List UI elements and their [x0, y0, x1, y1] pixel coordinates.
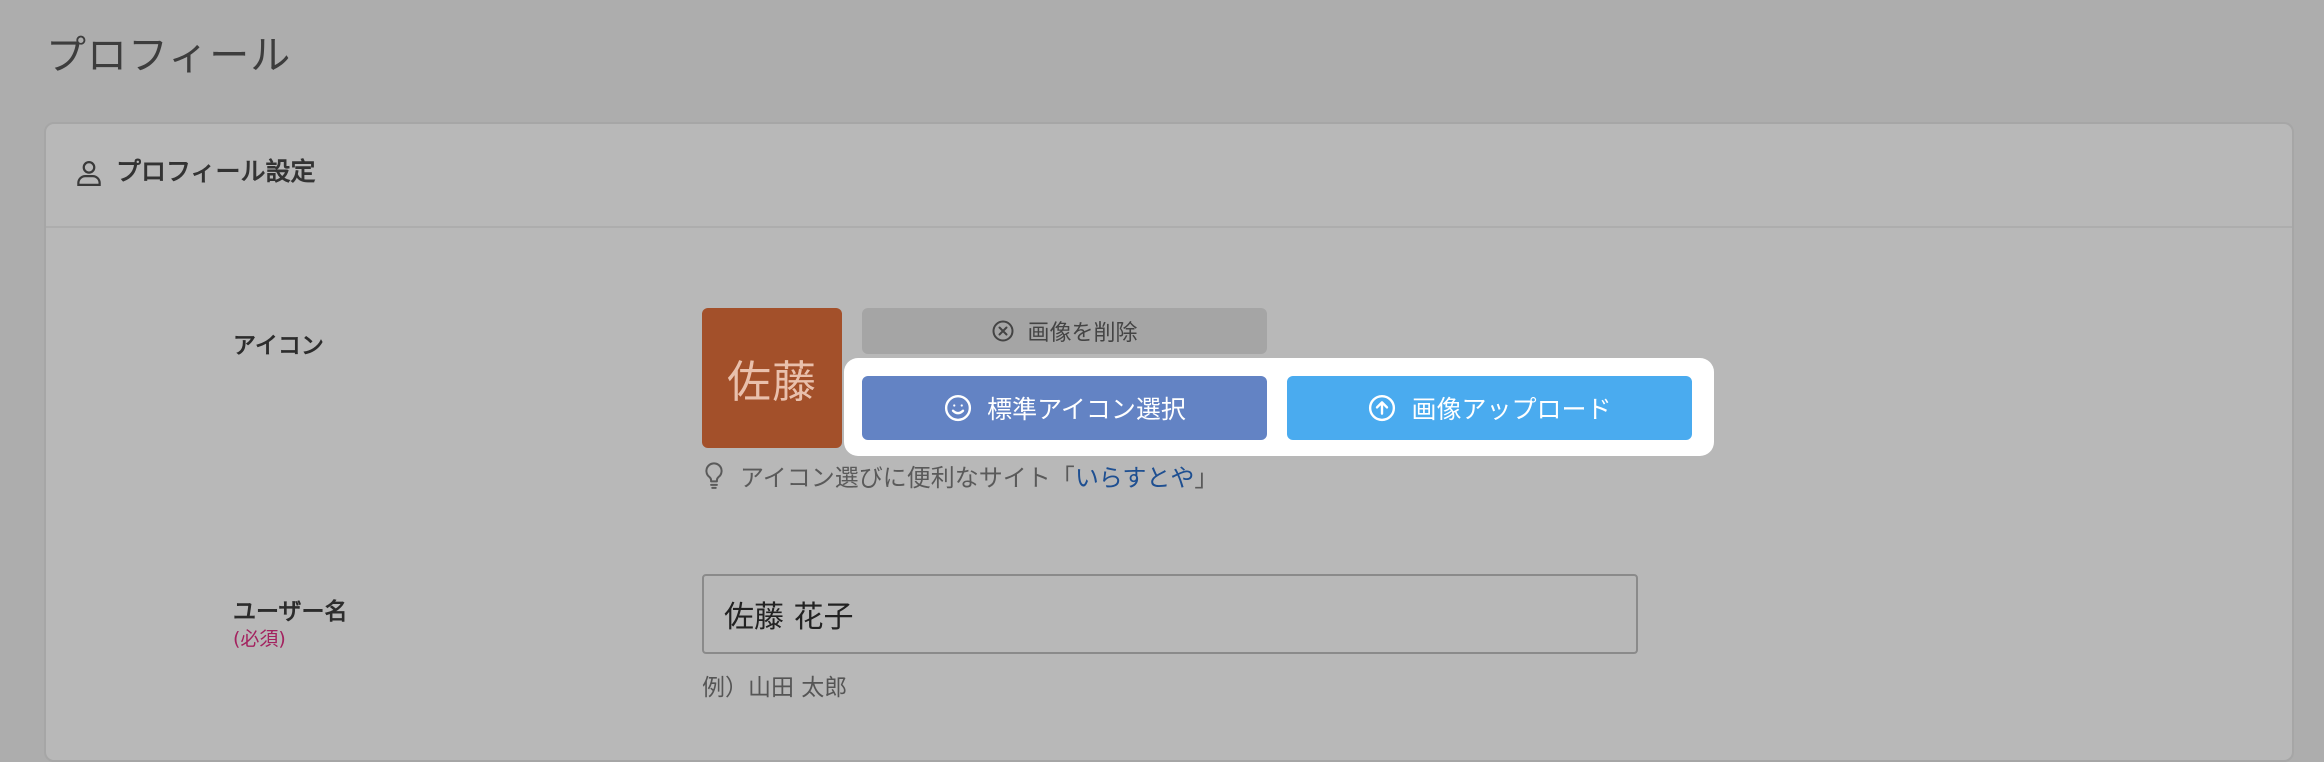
circle-x-icon — [992, 320, 1014, 342]
delete-image-button[interactable]: 画像を削除 — [862, 308, 1267, 354]
required-badge: (必須) — [233, 628, 286, 650]
lightbulb-icon — [705, 462, 723, 489]
hint-text-prefix: アイコン選びに便利なサイト「 — [740, 463, 1075, 492]
upload-image-button[interactable]: 画像アップロード — [1287, 376, 1692, 440]
user-icon — [77, 161, 101, 186]
username-input[interactable] — [702, 574, 1638, 654]
card-header: プロフィール設定 — [46, 124, 2292, 228]
username-field-label: ユーザー名 — [233, 599, 348, 625]
smiley-icon — [945, 394, 972, 422]
username-example: 例）山田 太郎 — [702, 675, 848, 701]
avatar: 佐藤 — [702, 308, 842, 448]
icon-field-label: アイコン — [233, 333, 324, 359]
delete-image-label: 画像を削除 — [1027, 321, 1138, 346]
select-standard-icon-button[interactable]: 標準アイコン選択 — [862, 376, 1267, 440]
irasutoya-link[interactable]: いらすとや — [1075, 458, 1195, 493]
icon-hint: アイコン選びに便利なサイト「 いらすとや」 — [702, 458, 1218, 492]
hint-text-suffix: 」 — [1194, 463, 1219, 492]
page-title: プロフィール — [46, 33, 292, 79]
circle-arrow-up-icon — [1369, 394, 1396, 422]
select-standard-icon-label: 標準アイコン選択 — [987, 395, 1186, 424]
upload-image-label: 画像アップロード — [1411, 395, 1612, 424]
card-header-title: プロフィール設定 — [116, 157, 316, 186]
